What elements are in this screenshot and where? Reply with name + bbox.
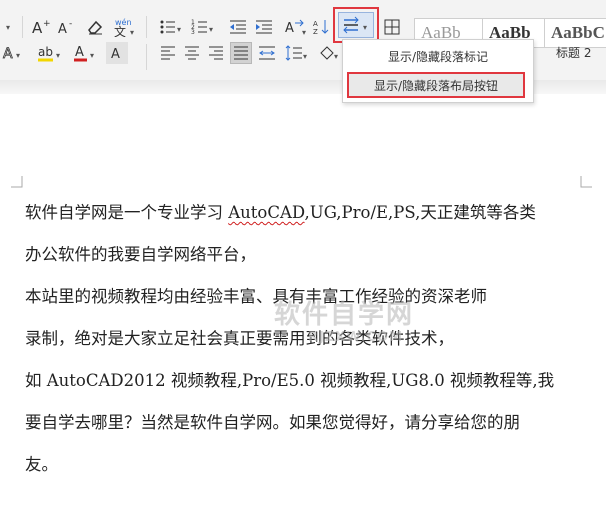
separator [146,16,147,38]
phonetic-guide-icon[interactable]: wén 文 ▾ [110,16,138,38]
svg-text:▾: ▾ [130,28,134,37]
numbered-list-icon[interactable]: 1 2 3 ▾ [190,16,216,38]
highlight-color-icon[interactable]: ab ▾ [36,42,66,64]
paragraph-line: 录制，绝对是大家立足社会真正要需用到的各类软件技术， [25,329,454,348]
svg-text:A: A [75,45,84,60]
svg-text:+: + [43,19,51,29]
svg-text:▾: ▾ [56,51,60,60]
svg-text:Z: Z [313,28,318,36]
svg-text:A: A [313,20,318,28]
svg-text:▾: ▾ [16,51,20,60]
decrease-indent-icon[interactable] [228,16,248,38]
text-effect-icon[interactable]: A ▾ [0,42,26,64]
clear-format-icon[interactable] [84,16,106,38]
paragraph-line: 友。 [25,455,58,474]
text-direction-icon[interactable]: A ▾ [282,16,310,38]
svg-text:▾: ▾ [303,52,307,61]
separator [22,16,23,38]
paragraph-line: 如 AutoCAD2012 视频教程,Pro/E5.0 视频教程,UG8.0 视… [25,371,555,390]
line-spacing-icon[interactable]: ▾ [284,42,310,64]
font-size-dropdown[interactable]: ▾ [0,16,14,38]
distributed-align-icon[interactable] [256,42,278,64]
spelling-error[interactable]: AutoCAD [228,203,304,222]
paragraph-line: 要自学去哪里？当然是软件自学网。如果您觉得好，请分享给您的朋 [25,413,520,432]
align-center-icon[interactable] [182,42,202,64]
shading-fill-icon[interactable]: ▾ [318,42,342,64]
svg-text:▾: ▾ [209,25,213,34]
paragraph-marks-menu: 显示/隐藏段落标记 显示/隐藏段落布局按钮 [342,39,534,103]
svg-text:3: 3 [191,29,195,36]
increase-indent-icon[interactable] [254,16,274,38]
svg-text:A: A [285,21,294,36]
svg-text:文: 文 [114,24,126,37]
svg-text:▾: ▾ [90,51,94,60]
paragraph-line: 办公软件的我要自学网络平台， [25,245,256,264]
svg-text:A: A [3,46,13,62]
bullet-list-icon[interactable]: ▾ [158,16,184,38]
menu-item-show-hide-marks[interactable]: 显示/隐藏段落标记 [343,43,533,69]
page-corner-top-right [580,176,592,188]
svg-text:A: A [32,19,43,36]
svg-text:▾: ▾ [302,28,306,37]
page-corner-top-left [11,176,23,188]
character-shading-icon[interactable]: A [106,42,128,64]
paragraph-line: 软件自学网是一个专业学习 AutoCAD,UG,Pro/E,PS,天正建筑等各类 [25,203,536,222]
separator [146,44,147,70]
svg-text:A: A [58,22,67,36]
style-heading-label: 标题 2 [556,46,592,60]
font-color-icon[interactable]: A ▾ [72,42,100,64]
svg-text:-: - [69,19,72,29]
justify-icon[interactable] [230,42,252,64]
paragraph-line: 本站里的视频教程均由经验丰富、具有丰富工作经验的资深老师 [25,287,487,306]
align-left-icon[interactable] [158,42,178,64]
highlight-box [333,7,379,43]
svg-text:A: A [111,47,120,62]
align-right-icon[interactable] [206,42,226,64]
table-borders-icon[interactable] [382,16,402,38]
menu-item-show-hide-layout-button[interactable]: 显示/隐藏段落布局按钮 [347,72,525,98]
shrink-font-icon[interactable]: A- [56,16,78,38]
grow-font-icon[interactable]: A + [30,16,52,38]
svg-text:▾: ▾ [334,52,338,61]
svg-text:▾: ▾ [177,25,181,34]
sort-icon[interactable]: AZ [312,16,332,38]
svg-text:ab: ab [38,45,53,59]
